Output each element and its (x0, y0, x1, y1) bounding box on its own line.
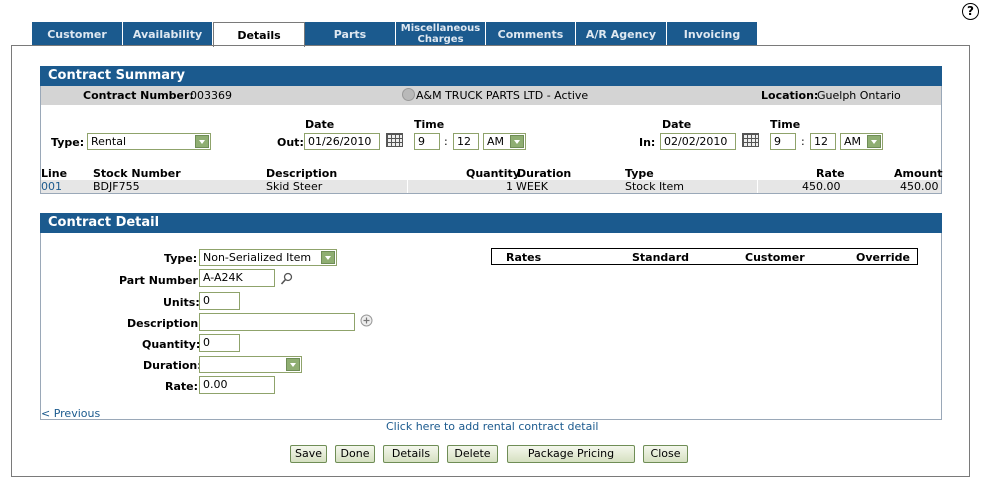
out-date-header: Date (305, 118, 335, 131)
rates-col-customer: Customer (745, 251, 805, 264)
rates-col-standard: Standard (632, 251, 690, 264)
details-button[interactable]: Details (383, 445, 439, 463)
out-time-header: Time (414, 118, 445, 131)
chevron-down-icon (867, 135, 881, 148)
part-number-label: Part Number: (119, 274, 203, 287)
description-label: Description: (127, 317, 203, 330)
chevron-down-icon (195, 135, 209, 148)
time-separator: : (444, 135, 448, 148)
chevron-down-icon (286, 358, 300, 371)
tab-invoicing[interactable]: Invoicing (667, 22, 758, 46)
add-rental-detail-link[interactable]: Click here to add rental contract detail (386, 420, 598, 433)
previous-link[interactable]: < Previous (41, 407, 100, 420)
customer-status-icon (402, 88, 415, 101)
col-rate: Rate (816, 167, 845, 180)
detail-type-select[interactable]: Non-Serialized Item (199, 249, 337, 266)
tab-comments[interactable]: Comments (486, 22, 576, 46)
calendar-icon[interactable] (742, 133, 759, 147)
line-number-link[interactable]: 001 (41, 180, 62, 193)
location-label: Location: (761, 89, 819, 102)
in-time-header: Time (770, 118, 801, 131)
contract-info-bar: Contract Number: 003369 A&M TRUCK PARTS … (41, 86, 941, 105)
row-quantity: 1 (506, 180, 513, 193)
calendar-icon[interactable] (386, 133, 403, 147)
delete-button[interactable]: Delete (447, 445, 498, 463)
tab-customer[interactable]: Customer (32, 22, 123, 46)
chevron-down-icon (510, 135, 524, 148)
contract-detail-title: Contract Detail (40, 213, 942, 233)
rates-col-rates: Rates (506, 251, 542, 264)
row-duration: WEEK (516, 180, 548, 193)
tab-bar: Customer Availability Details Parts Misc… (32, 22, 758, 47)
customer-name: A&M TRUCK PARTS LTD - Active (416, 89, 589, 102)
tab-miscellaneous-charges[interactable]: Miscellaneous Charges (396, 22, 486, 46)
out-label: Out: (277, 136, 304, 149)
tab-availability[interactable]: Availability (123, 22, 213, 46)
part-number-input[interactable]: A-A24K (199, 269, 275, 287)
package-pricing-button[interactable]: Package Pricing (507, 445, 635, 463)
contract-type-select[interactable]: Rental (87, 133, 211, 150)
contract-number-value: 003369 (190, 89, 232, 102)
units-input[interactable]: 0 (199, 292, 240, 310)
add-circle-icon[interactable] (360, 314, 373, 327)
tab-ar-agency[interactable]: A/R Agency (576, 22, 667, 46)
contract-number-label: Contract Number: (83, 89, 194, 102)
help-icon[interactable]: ? (962, 3, 979, 20)
out-ampm-select[interactable]: AM (483, 133, 526, 150)
col-line: Line (41, 167, 68, 180)
in-hour-input[interactable]: 9 (770, 133, 796, 150)
time-separator: : (801, 135, 805, 148)
row-divider (407, 180, 408, 193)
row-stock-number: BDJF755 (93, 180, 140, 193)
search-icon[interactable] (280, 272, 294, 286)
in-minute-input[interactable]: 12 (810, 133, 836, 150)
out-minute-input[interactable]: 12 (453, 133, 479, 150)
table-row: 001 BDJF755 Skid Steer 1 WEEK Stock Item… (41, 180, 941, 193)
contract-summary-title: Contract Summary (40, 66, 942, 86)
col-description: Description (266, 167, 338, 180)
row-divider (757, 180, 758, 193)
in-ampm-select[interactable]: AM (840, 133, 883, 150)
rates-table-header: Rates Standard Customer Override (491, 248, 918, 265)
col-duration: Duration (517, 167, 572, 180)
contract-type-label: Type: (51, 136, 85, 149)
row-rate: 450.00 (802, 180, 841, 193)
col-amount: Amount (894, 167, 943, 180)
tab-details[interactable]: Details (213, 22, 305, 47)
chevron-down-icon (321, 251, 335, 264)
done-button[interactable]: Done (335, 445, 375, 463)
save-button[interactable]: Save (290, 445, 327, 463)
rate-input[interactable]: 0.00 (199, 376, 275, 394)
in-label: In: (639, 136, 656, 149)
close-button[interactable]: Close (643, 445, 688, 463)
tab-parts[interactable]: Parts (305, 22, 396, 46)
col-type: Type (625, 167, 654, 180)
duration-select[interactable] (199, 356, 302, 373)
description-input[interactable] (199, 313, 355, 331)
detail-type-label: Type: (164, 252, 198, 265)
rate-label: Rate: (165, 380, 199, 393)
col-stock-number: Stock Number (93, 167, 181, 180)
col-quantity: Quantity (466, 167, 520, 180)
in-date-header: Date (662, 118, 692, 131)
units-label: Units: (163, 296, 200, 309)
out-hour-input[interactable]: 9 (414, 133, 440, 150)
duration-label: Duration: (143, 359, 202, 372)
quantity-input[interactable]: 0 (199, 334, 240, 352)
in-date-input[interactable]: 02/02/2010 (660, 133, 736, 150)
out-date-input[interactable]: 01/26/2010 (304, 133, 380, 150)
location-value: Guelph Ontario (817, 89, 901, 102)
row-type: Stock Item (625, 180, 684, 193)
rates-col-override: Override (856, 251, 910, 264)
quantity-label: Quantity: (142, 338, 201, 351)
row-amount: 450.00 (900, 180, 939, 193)
row-description: Skid Steer (266, 180, 323, 193)
